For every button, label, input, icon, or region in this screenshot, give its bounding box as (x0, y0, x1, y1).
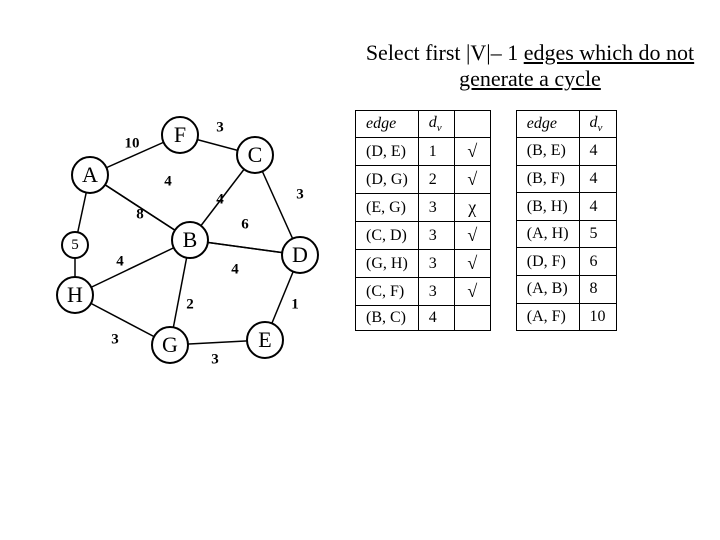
cell-edge: (B, H) (516, 193, 579, 221)
node-A: A (71, 156, 109, 194)
cell-dv: 1 (418, 138, 454, 166)
edge-weight: 6 (241, 217, 249, 234)
cell-mark: √ (454, 250, 490, 278)
table-row: (B, E)4 (516, 138, 616, 166)
node-G: G (151, 326, 189, 364)
table-row: (C, F)3√ (356, 278, 491, 306)
edge-weight: 8 (136, 207, 144, 224)
table-row: (A, B)8 (516, 276, 616, 304)
table-row: (D, F)6 (516, 248, 616, 276)
title-text-1: Select first |V| (366, 40, 491, 65)
cell-edge: (G, H) (356, 250, 419, 278)
cell-dv: 3 (418, 250, 454, 278)
cell-dv: 4 (579, 138, 616, 166)
cell-dv: 10 (579, 303, 616, 331)
edge-table-right: edge dv (B, E)4(B, F)4(B, H)4(A, H)5(D, … (516, 110, 617, 331)
col-dv: dv (579, 111, 616, 138)
table-row: (B, C)4 (356, 306, 491, 331)
node-B: B (171, 221, 209, 259)
cell-edge: (D, E) (356, 138, 419, 166)
cell-dv: 3 (418, 194, 454, 222)
table-row: (D, E)1√ (356, 138, 491, 166)
node-C: C (236, 136, 274, 174)
edge-weight: 2 (186, 297, 194, 314)
col-edge: edge (356, 111, 419, 138)
table-row: (D, G)2√ (356, 166, 491, 194)
node-B5: 5 (61, 231, 89, 259)
cell-dv: 2 (418, 166, 454, 194)
table-row: (G, H)3√ (356, 250, 491, 278)
table-row: (B, H)4 (516, 193, 616, 221)
cell-dv: 3 (418, 278, 454, 306)
table-row: (E, G)3χ (356, 194, 491, 222)
edge-tables: edge dv (D, E)1√(D, G)2√(E, G)3χ(C, D)3√… (355, 110, 617, 331)
node-H: H (56, 276, 94, 314)
cell-dv: 3 (418, 222, 454, 250)
cell-edge: (E, G) (356, 194, 419, 222)
table-row: (B, F)4 (516, 165, 616, 193)
edge-weight: 4 (164, 174, 172, 191)
table-row: (C, D)3√ (356, 222, 491, 250)
cell-dv: 6 (579, 248, 616, 276)
cell-dv: 4 (579, 193, 616, 221)
edge-weight: 10 (125, 136, 140, 153)
node-E: E (246, 321, 284, 359)
col-edge: edge (516, 111, 579, 138)
cell-dv: 4 (418, 306, 454, 331)
table-row: (A, H)5 (516, 220, 616, 248)
cell-mark: √ (454, 278, 490, 306)
cell-edge: (B, F) (516, 165, 579, 193)
graph-diagram: 10348346441323AFCDEGH5B (40, 100, 320, 380)
edge-weight: 3 (296, 187, 304, 204)
title-text-2: – 1 (491, 40, 524, 65)
edge-weight: 3 (216, 120, 224, 137)
cell-dv: 8 (579, 276, 616, 304)
edge-weight: 4 (116, 254, 124, 271)
cell-edge: (A, H) (516, 220, 579, 248)
cell-edge: (B, C) (356, 306, 419, 331)
edge-weight: 4 (216, 192, 224, 209)
cell-edge: (D, G) (356, 166, 419, 194)
edge-table-left: edge dv (D, E)1√(D, G)2√(E, G)3χ(C, D)3√… (355, 110, 491, 331)
page-title: Select first |V|– 1 edges which do not g… (360, 40, 700, 92)
cell-mark: √ (454, 222, 490, 250)
cell-edge: (A, F) (516, 303, 579, 331)
edge-weight: 1 (291, 297, 299, 314)
col-dv: dv (418, 111, 454, 138)
cell-mark: √ (454, 166, 490, 194)
cell-dv: 5 (579, 220, 616, 248)
cell-dv: 4 (579, 165, 616, 193)
cell-mark: χ (454, 194, 490, 222)
cell-edge: (D, F) (516, 248, 579, 276)
edge-weight: 4 (231, 262, 239, 279)
col-mark (454, 111, 490, 138)
cell-edge: (A, B) (516, 276, 579, 304)
edge-weight: 3 (111, 332, 119, 349)
node-F: F (161, 116, 199, 154)
cell-mark (454, 306, 490, 331)
table-row: (A, F)10 (516, 303, 616, 331)
edge-weight: 3 (211, 352, 219, 369)
cell-mark: √ (454, 138, 490, 166)
cell-edge: (C, F) (356, 278, 419, 306)
cell-edge: (B, E) (516, 138, 579, 166)
node-D: D (281, 236, 319, 274)
cell-edge: (C, D) (356, 222, 419, 250)
